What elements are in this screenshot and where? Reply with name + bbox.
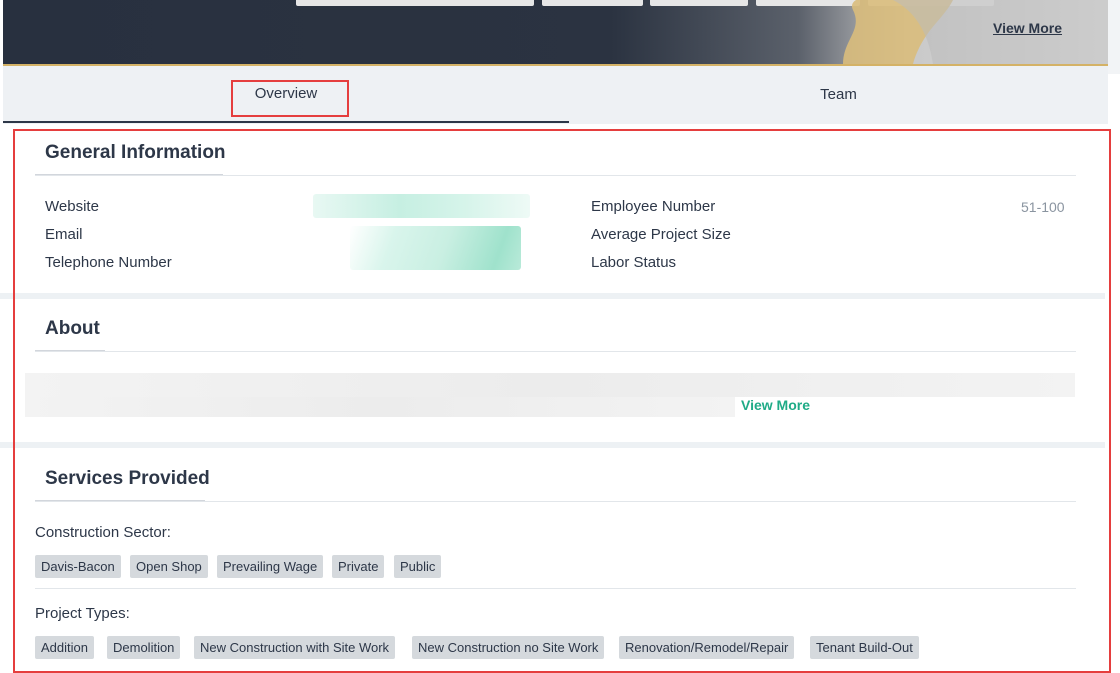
project-type-chip: Renovation/Remodel/Repair [619,636,795,659]
subsection-divider [35,588,1076,589]
profile-tab-bar: Overview Team [3,66,1108,124]
field-label-average-project-size: Average Project Size [591,226,731,243]
overview-tab-highlight [231,80,349,117]
project-type-chip: New Construction with Site Work [194,636,396,659]
section-title-general-information: General Information [45,142,226,163]
tab-team-label: Team [820,86,857,103]
section-divider [35,351,1076,352]
sector-chip: Prevailing Wage [217,555,324,578]
project-type-chip: Tenant Build-Out [810,636,919,659]
website-value-redacted [313,194,530,218]
about-view-more-link[interactable]: View More [741,397,810,413]
section-divider [35,501,1076,502]
about-text-redacted [25,397,735,417]
sector-chip: Private [332,555,385,578]
section-title-about: About [45,318,100,339]
construction-sector-label: Construction Sector: [35,524,171,541]
hero-view-more-link[interactable]: View More [993,20,1062,36]
project-type-chip: Demolition [107,636,181,659]
hero-tag-chip [296,0,534,6]
tab-team[interactable]: Team [569,66,1108,123]
about-text-redacted [25,373,1075,397]
contact-value-redacted [350,226,521,270]
section-divider [35,175,1076,176]
project-type-chip: Addition [35,636,94,659]
field-label-email: Email [45,226,83,243]
hero-tag-chip [542,0,643,6]
section-title-services-provided: Services Provided [45,468,210,489]
project-types-label: Project Types: [35,605,130,622]
section-separator [0,293,1105,299]
scrollbar-track[interactable] [1108,0,1120,74]
project-type-chip: New Construction no Site Work [412,636,605,659]
hero-decorative-shape [843,0,1108,64]
field-label-telephone: Telephone Number [45,254,172,271]
field-label-website: Website [45,198,99,215]
sector-chip: Open Shop [130,555,208,578]
field-label-labor-status: Labor Status [591,254,677,271]
field-value-employee-number: 51-100 [1021,199,1065,215]
section-separator [0,442,1105,448]
company-hero-banner: View More [3,0,1108,66]
sector-chip: Davis-Bacon [35,555,121,578]
hero-tag-chip [650,0,748,6]
field-label-employee-number: Employee Number [591,198,716,215]
sector-chip: Public [394,555,442,578]
